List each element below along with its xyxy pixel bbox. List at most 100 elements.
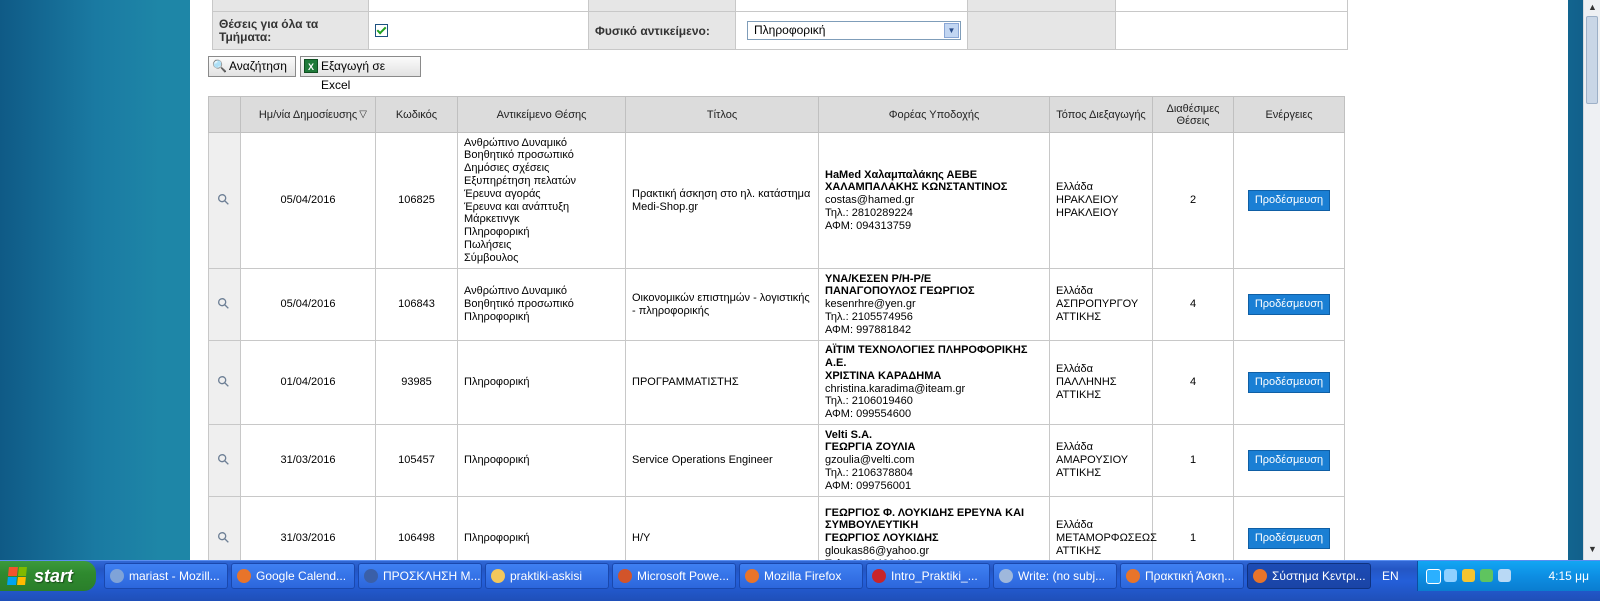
place-line: ΗΡΑΚΛΕΙΟΥ [1056, 194, 1119, 207]
compose-icon [999, 569, 1013, 583]
shield-icon[interactable] [1462, 569, 1475, 582]
reserve-button[interactable]: Προδέσμευση [1247, 372, 1331, 393]
taskbar-item[interactable]: ΠΡΟΣΚΛΗΣΗ Μ... [358, 563, 482, 589]
view-details-icon[interactable]: ⚲ [214, 293, 234, 313]
taskbar-item[interactable]: Πρακτική Άσκη... [1120, 563, 1244, 589]
object-item: Έρευνα και ανάπτυξη [464, 200, 570, 213]
place-line: Ελλάδα [1056, 181, 1094, 194]
cell-organization: ΑΪΤΙΜ ΤΕΧΝΟΛΟΓΙΕΣ ΠΛΗΡΟΦΟΡΙΚΗΣ Α.Ε. ΧΡΙΣΤΙ… [818, 340, 1050, 425]
network-icon[interactable] [1444, 569, 1457, 582]
table-header-row: Ημ/νία Δημοσίευσης ▽ Κωδικός Αντικείμενο … [208, 96, 1345, 133]
col-object[interactable]: Αντικείμενο Θέσης [457, 96, 626, 133]
scroll-up-arrow-icon[interactable]: ▲ [1586, 1, 1599, 14]
cell-seats: 1 [1152, 496, 1234, 570]
volume-icon[interactable] [1498, 569, 1511, 582]
table-row: ⚲ 01/04/2016 93985 Πληροφορική ΠΡΟΓΡΑΜΜΑΤΙΣΤ… [208, 340, 1345, 425]
cell-place: Ελλάδα ΠΑΛΛΗΝΗΣ ΑΤΤΙΚΗΣ [1049, 340, 1153, 425]
word-icon [364, 569, 378, 583]
table-row: ⚲ 31/03/2016 105457 Πληροφορική Service Oper… [208, 424, 1345, 497]
scroll-thumb[interactable] [1586, 16, 1598, 104]
col-seats[interactable]: Διαθέσιμες Θέσεις [1152, 96, 1234, 133]
clock[interactable]: 4:15 μμ [1548, 561, 1589, 591]
object-item: Ανθρώπινο Δυναμικό [464, 285, 568, 298]
view-details-icon[interactable]: ⚲ [214, 449, 234, 469]
taskbar-item[interactable]: Intro_Praktiki_... [866, 563, 990, 589]
cell-place: Ελλάδα ΗΡΑΚΛΕΙΟΥ ΗΡΑΚΛΕΙΟΥ [1049, 132, 1153, 269]
object-select[interactable]: Πληροφορική ▼ [747, 21, 961, 40]
place-line: ΑΤΤΙΚΗΣ [1056, 544, 1102, 557]
taskbar-item[interactable]: Write: (no subj... [993, 563, 1117, 589]
object-item: Ανθρώπινο Δυναμικό [464, 136, 568, 149]
object-item: Βοηθητικό προσωπικό [464, 298, 574, 311]
reserve-button[interactable]: Προδέσμευση [1247, 294, 1331, 315]
taskbar-item[interactable]: Σύστημα Κεντρι... [1247, 563, 1371, 589]
org-name: ΣΥΜΒΟΥΛΕΥΤΙΚΗ [825, 519, 919, 532]
search-button[interactable]: 🔍 Αναζήτηση [208, 56, 296, 77]
org-name: ΓΕΩΡΓΙΑ ΖΟΥΛΙΑ [825, 441, 916, 454]
cell-date: 01/04/2016 [240, 340, 376, 425]
results-table: Ημ/νία Δημοσίευσης ▽ Κωδικός Αντικείμενο … [208, 96, 1345, 570]
place-line: ΑΣΠΡΟΠΥΡΓΟΥ [1056, 298, 1139, 311]
taskbar-item-label: Πρακτική Άσκη... [1145, 569, 1235, 583]
reserve-button[interactable]: Προδέσμευση [1247, 450, 1331, 471]
firefox-icon [237, 569, 251, 583]
thunderbird-icon [110, 569, 124, 583]
positions-all-depts-checkbox[interactable] [375, 24, 388, 37]
object-item: Εξυπηρέτηση πελατών [464, 174, 577, 187]
taskbar-item-label: ΠΡΟΣΚΛΗΣΗ Μ... [383, 569, 481, 583]
vertical-scrollbar[interactable]: ▲ ▼ [1583, 0, 1600, 570]
help-icon[interactable] [1426, 569, 1441, 584]
magnifier-icon: 🔍 [212, 59, 227, 73]
place-line: ΑΤΤΙΚΗΣ [1056, 310, 1102, 323]
object-item: Σύμβουλος [464, 251, 519, 264]
org-detail: Τηλ.: 2106019460 [825, 395, 913, 408]
col-title[interactable]: Τίτλος [625, 96, 819, 133]
org-detail: gzoulia@velti.com [825, 454, 915, 467]
object-item: Πληροφορική [464, 226, 530, 239]
org-name: Α.Ε. [825, 356, 847, 369]
taskbar-item-label: Intro_Praktiki_... [891, 569, 978, 583]
org-name: Velti S.A. [825, 428, 873, 441]
system-tray: EN 4:15 μμ [1382, 561, 1600, 591]
cell-code: 106843 [375, 268, 458, 341]
org-name: ΧΡΙΣΤΙΝΑ ΚΑΡΑΔΗΜΑ [825, 369, 942, 382]
org-detail: costas@hamed.gr [825, 194, 915, 207]
taskbar-item[interactable]: mariast - Mozill... [104, 563, 228, 589]
cell-objects: Πληροφορική [457, 496, 626, 570]
language-indicator[interactable]: EN [1382, 561, 1399, 591]
cell-title: Οικονομικών επιστημών - λογιστικής - πλη… [625, 268, 819, 341]
view-details-icon[interactable]: ⚲ [214, 527, 234, 547]
firefox-icon [745, 569, 759, 583]
taskbar-item[interactable]: praktiki-askisi [485, 563, 609, 589]
object-item: Πληροφορική [464, 454, 530, 467]
org-name: ΓΕΩΡΓΙΟΣ Φ. ΛΟΥΚΙΔΗΣ ΕΡΕΥΝΑ ΚΑΙ [825, 506, 1025, 519]
col-place[interactable]: Τόπος Διεξαγωγής [1049, 96, 1153, 133]
reserve-button[interactable]: Προδέσμευση [1247, 190, 1331, 211]
export-excel-button[interactable]: X Εξαγωγή σε Excel [300, 56, 421, 92]
search-form: Θέσεις για όλα τα Τμήματα: Φυσικό αντικε… [212, 0, 1348, 50]
cell-place: Ελλάδα ΜΕΤΑΜΟΡΦΩΣΕΩΣ ΑΤΤΙΚΗΣ [1049, 496, 1157, 570]
view-details-icon[interactable]: ⚲ [214, 371, 234, 391]
org-name: ΑΪΤΙΜ ΤΕΧΝΟΛΟΓΙΕΣ ΠΛΗΡΟΦΟΡΙΚΗΣ [825, 344, 1028, 357]
col-code[interactable]: Κωδικός [375, 96, 458, 133]
scroll-down-arrow-icon[interactable]: ▼ [1586, 543, 1599, 556]
taskbar-item[interactable]: Mozilla Firefox [739, 563, 863, 589]
security-icon[interactable] [1480, 569, 1493, 582]
view-details-icon[interactable]: ⚲ [214, 189, 234, 209]
col-date[interactable]: Ημ/νία Δημοσίευσης ▽ [240, 96, 376, 133]
taskbar-item-label: Mozilla Firefox [764, 569, 842, 583]
sort-desc-icon[interactable]: ▽ [359, 109, 367, 120]
cell-title: ΠΡΟΓΡΑΜΜΑΤΙΣΤΗΣ [625, 340, 819, 425]
place-line: Ελλάδα [1056, 441, 1094, 454]
reserve-button[interactable]: Προδέσμευση [1247, 528, 1331, 549]
object-item: Πληροφορική [464, 532, 530, 545]
start-button[interactable]: start [0, 561, 96, 591]
col-org[interactable]: Φορέας Υποδοχής [818, 96, 1050, 133]
place-line: ΑΤΤΙΚΗΣ [1056, 388, 1102, 401]
taskbar-item[interactable]: Google Calend... [231, 563, 355, 589]
table-row: ⚲ 05/04/2016 106843 Ανθρώπινο Δυναμικό Βοηθη… [208, 268, 1345, 341]
chevron-down-icon[interactable]: ▼ [944, 23, 959, 38]
export-excel-button-label: Εξαγωγή σε Excel [321, 59, 386, 92]
org-detail: kesenrhre@yen.gr [825, 298, 916, 311]
taskbar-item[interactable]: Microsoft Powe... [612, 563, 736, 589]
